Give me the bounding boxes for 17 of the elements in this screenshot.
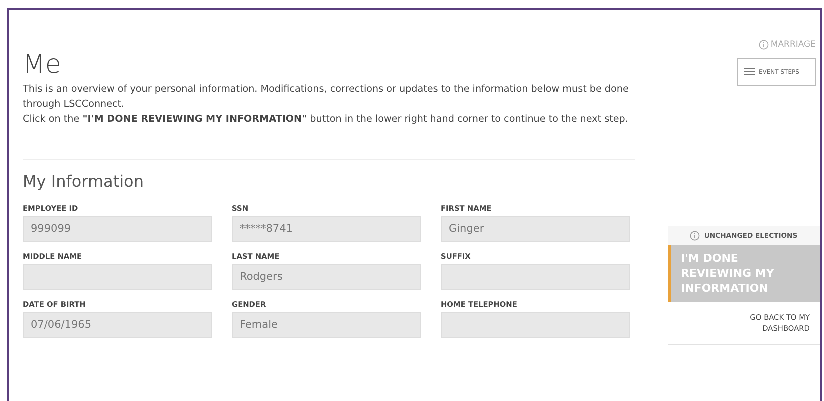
event-name: MARRIAGE [770,40,816,50]
input-field[interactable] [441,264,630,290]
info-icon [758,40,769,50]
intro-text: Click on the "I'M DONE REVIEWING MY INFORMATION" button in the lower right hand corner to continue to the next step. [23,113,630,127]
input-field[interactable]: *****8741 [232,216,421,242]
info-icon [690,230,700,240]
input-field[interactable] [441,312,630,338]
input-field[interactable]: 999099 [23,216,212,242]
input-field[interactable]: Ginger [441,216,630,242]
menu-icon [744,68,755,76]
section-title: My Information [23,172,145,191]
input-field[interactable]: Female [232,312,421,338]
page-title: Me [23,50,62,80]
intro-text: This is an overview of your personal information. Modifications, corrections or updates to the information below must be done through LSCConnect. [23,83,630,112]
input-field[interactable]: Rodgers [232,264,421,290]
input-field[interactable]: 07/06/1965 [23,312,212,338]
input-field[interactable] [23,264,212,290]
